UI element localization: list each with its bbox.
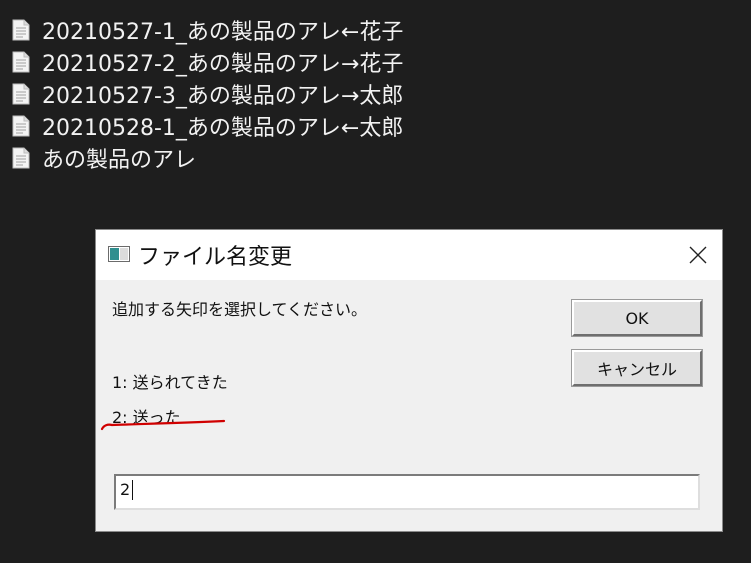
file-name: 20210527-1_あの製品のアレ←花子 [42,20,404,45]
file-item[interactable]: 20210528-1_あの製品のアレ←太郎 [12,110,472,142]
ok-button[interactable]: OK [572,300,702,336]
document-icon [12,19,30,41]
arrow-choice-input[interactable]: 2 [114,474,700,510]
document-icon [12,147,30,169]
option-received: 1: 送られてきた [112,373,228,392]
file-item[interactable]: 20210527-2_あの製品のアレ→花子 [12,46,472,78]
document-icon [12,83,30,105]
app-window-icon [108,246,130,262]
dialog-prompt: 追加する矢印を選択してください。 [112,300,368,319]
text-cursor [132,480,134,500]
cancel-button[interactable]: キャンセル [572,350,702,386]
close-button[interactable] [678,235,718,275]
file-item[interactable]: あの製品のアレ [12,142,472,174]
document-icon [12,115,30,137]
close-icon [689,246,707,264]
file-name: あの製品のアレ [42,148,197,173]
file-item[interactable]: 20210527-3_あの製品のアレ→太郎 [12,78,472,110]
dialog-title: ファイル名変更 [138,245,293,270]
file-item[interactable]: 20210527-1_あの製品のアレ←花子 [12,14,472,46]
file-name: 20210527-3_あの製品のアレ→太郎 [42,84,404,109]
input-value: 2 [120,480,131,499]
dialog-titlebar[interactable]: ファイル名変更 [96,230,722,280]
file-name: 20210527-2_あの製品のアレ→花子 [42,52,404,77]
document-icon [12,51,30,73]
red-underline-annotation [100,419,226,431]
file-list: 20210527-1_あの製品のアレ←花子 20210527-2_あの製品のアレ… [12,14,472,174]
rename-dialog: ファイル名変更 追加する矢印を選択してください。 1: 送られてきた 2: 送っ… [96,230,722,531]
file-name: 20210528-1_あの製品のアレ←太郎 [42,116,404,141]
